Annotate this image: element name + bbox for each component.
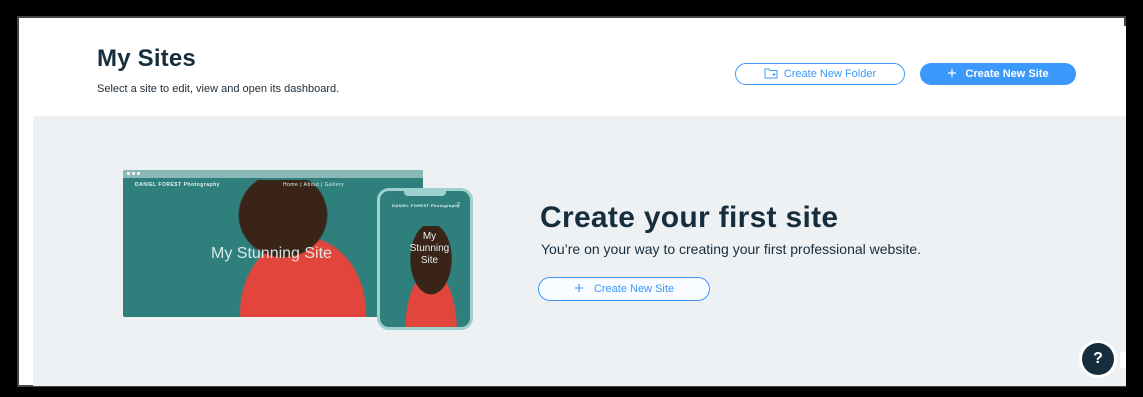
page-header: My Sites Select a site to edit, view and… <box>33 26 1126 116</box>
page-subtitle: Select a site to edit, view and open its… <box>97 83 340 95</box>
create-new-folder-label: Create New Folder <box>783 68 877 80</box>
create-new-site-label: Create New Site <box>965 68 1049 80</box>
browser-dot <box>127 172 130 175</box>
desktop-preview-nav: Home | About | Gallery <box>283 182 345 188</box>
cta-subtitle: You’re on your way to creating your firs… <box>541 241 922 257</box>
desktop-preview-brand: DANIEL FOREST Photography <box>135 182 220 188</box>
help-button[interactable]: ? <box>1082 343 1114 375</box>
hamburger-icon: ≡ <box>456 202 460 208</box>
plus-icon <box>574 283 584 296</box>
create-new-site-label: Create New Site <box>593 283 675 295</box>
create-new-site-button[interactable]: Create New Site <box>538 277 710 301</box>
phone-notch <box>404 191 446 196</box>
phone-preview-headline: My Stunning Site <box>409 231 450 266</box>
desktop-preview-browser-bar <box>123 170 423 178</box>
screenshot-inner-border: My Sites Select a site to edit, view and… <box>14 13 1129 390</box>
create-new-folder-button[interactable]: Create New Folder <box>735 63 905 85</box>
phone-preview-brand: DANIEL FOREST Photography <box>392 203 460 208</box>
browser-dot <box>137 172 140 175</box>
cta-title: Create your first site <box>540 201 839 234</box>
help-icon: ? <box>1093 350 1103 367</box>
phone-site-preview: DANIEL FOREST Photography ≡ My Stunning … <box>377 188 473 330</box>
app-content: My Sites Select a site to edit, view and… <box>33 26 1126 386</box>
folder-add-icon <box>764 67 778 82</box>
create-new-site-button-header[interactable]: Create New Site <box>920 63 1076 85</box>
main-area: DANIEL FOREST Photography Home | About |… <box>33 116 1126 386</box>
page-title: My Sites <box>97 45 196 72</box>
browser-dot <box>132 172 135 175</box>
help-tab-edge: I <box>1120 352 1126 368</box>
plus-icon <box>947 68 957 81</box>
desktop-preview-headline: My Stunning Site <box>211 245 332 262</box>
screenshot-frame: My Sites Select a site to edit, view and… <box>0 0 1143 397</box>
